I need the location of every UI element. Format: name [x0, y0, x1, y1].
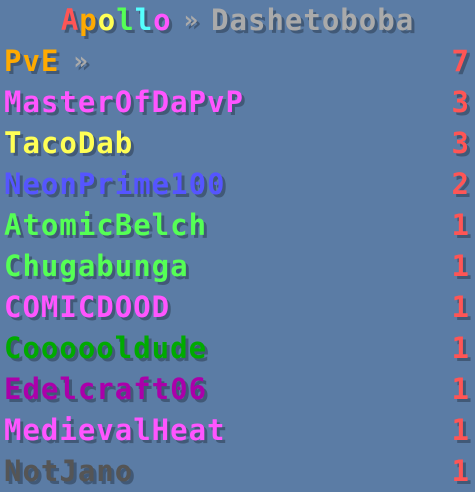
- title-letter: l: [134, 3, 154, 37]
- player-name: Edelcraft06: [4, 372, 208, 406]
- player-score: 7: [451, 44, 469, 78]
- player-name: AtomicBelch: [4, 208, 208, 242]
- player-score: 1: [451, 372, 469, 406]
- scoreboard-row: NeonPrime100 2: [0, 164, 475, 205]
- player-name: COMICDOOD: [4, 290, 171, 324]
- player-score: 1: [451, 249, 469, 283]
- row-label: Edelcraft06: [4, 369, 207, 410]
- title-separator: »: [183, 6, 200, 34]
- scoreboard-row: TacoDab 3: [0, 123, 475, 164]
- player-name: TacoDab: [4, 126, 134, 160]
- row-label: TacoDab: [4, 123, 133, 164]
- scoreboard-row: NotJano 1: [0, 451, 475, 492]
- scoreboard-sidebar: Apollo » Dashetoboba PvE» 7 MasterOfDaPvP 3…: [0, 0, 475, 488]
- title-letter: p: [79, 3, 98, 37]
- row-label: PvE »: [4, 41, 89, 82]
- row-label: MedievalHeat: [4, 410, 226, 451]
- player-name: NeonPrime100: [4, 167, 226, 201]
- player-name: Coooooldude: [4, 331, 208, 365]
- row-separator: »: [73, 47, 89, 75]
- scoreboard-row: MasterOfDaPvP 3: [0, 82, 475, 123]
- scoreboard-row: COMICDOOD 1: [0, 287, 475, 328]
- row-label: NeonPrime100: [4, 164, 226, 205]
- scoreboard-row: Edelcraft06 1: [0, 369, 475, 410]
- title-letter: l: [116, 3, 135, 37]
- scoreboard-row: Coooooldude 1: [0, 328, 475, 369]
- scoreboard-row: Chugabunga 1: [0, 246, 475, 287]
- scoreboard-row: AtomicBelch 1: [0, 205, 475, 246]
- row-label: COMICDOOD: [4, 287, 170, 328]
- row-label: Coooooldude: [4, 328, 207, 369]
- player-score: 1: [451, 331, 469, 365]
- scoreboard-entries: PvE » 7 MasterOfDaPvP 3 TacoDab 3 NeonPrime100 2…: [0, 41, 475, 492]
- player-name: MedievalHeat: [4, 413, 226, 447]
- title-letter: o: [153, 3, 172, 37]
- title-letter: A: [60, 3, 80, 37]
- row-label: NotJano: [4, 451, 133, 492]
- player-name: Chugabunga: [4, 249, 189, 283]
- row-label: Chugabunga: [4, 246, 189, 287]
- scoreboard-title: Apollo » Dashetoboba: [0, 0, 475, 41]
- row-label: AtomicBelch: [4, 205, 207, 246]
- player-score: 3: [451, 85, 469, 119]
- scoreboard-row: MedievalHeat 1: [0, 410, 475, 451]
- scoreboard-row: PvE » 7: [0, 41, 475, 82]
- player-score: 1: [451, 208, 469, 242]
- player-name: MasterOfDaPvP: [4, 85, 244, 119]
- server-name: Apollo: [61, 0, 172, 41]
- title-letter: o: [97, 3, 117, 37]
- player-score: 1: [451, 290, 469, 324]
- row-label: MasterOfDaPvP: [4, 82, 244, 123]
- player-score: 2: [451, 167, 469, 201]
- player-score: 1: [451, 413, 469, 447]
- player-score: 1: [451, 454, 469, 488]
- player-name: NotJano: [4, 454, 134, 488]
- player-name: PvE: [4, 44, 60, 78]
- player-score: 3: [451, 126, 469, 160]
- scoreboard-subtitle: Dashetoboba: [211, 3, 415, 37]
